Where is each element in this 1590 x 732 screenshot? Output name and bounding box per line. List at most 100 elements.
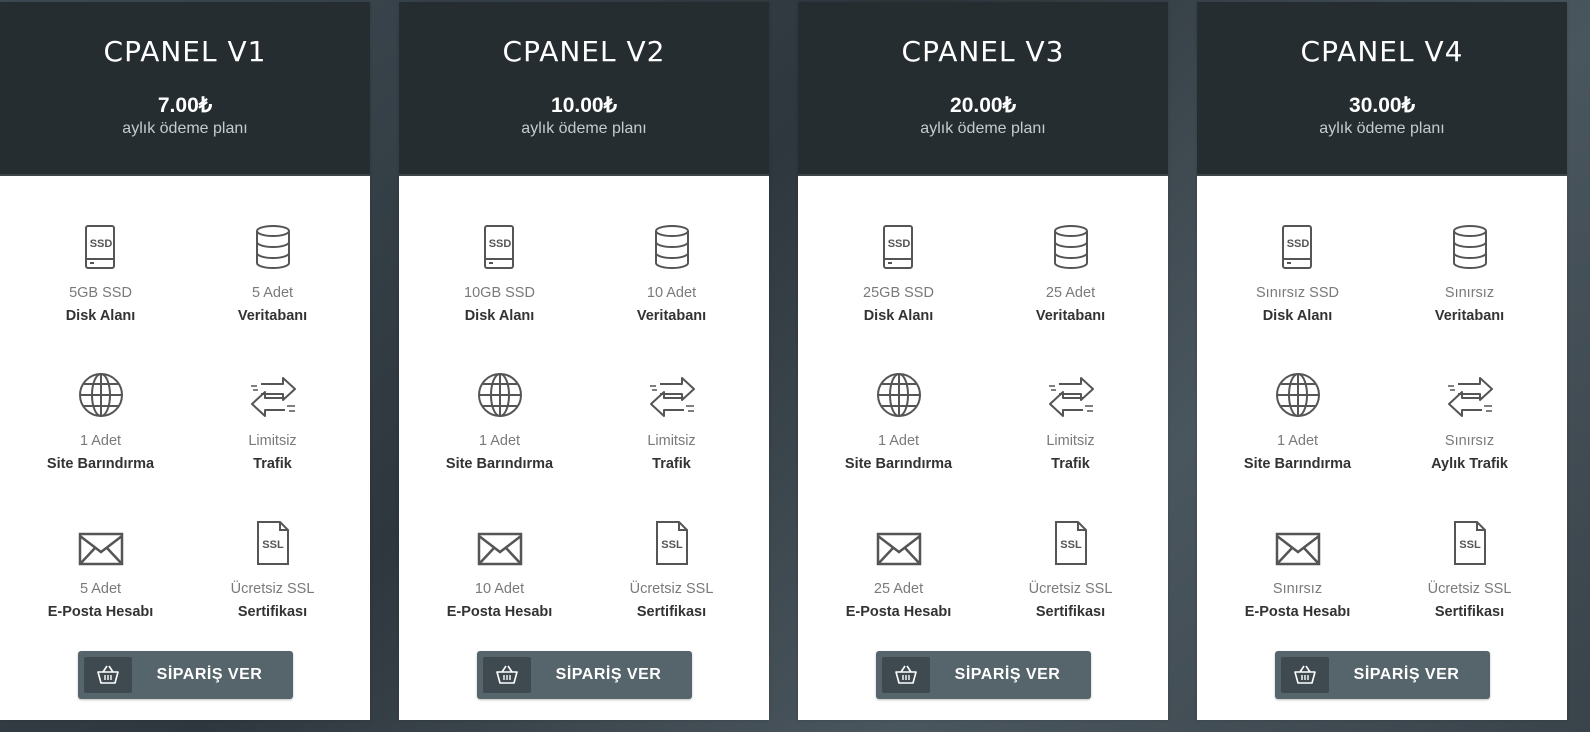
ssl-file-icon: SSL [1054, 521, 1087, 565]
feature-label: Site Barındırma [445, 456, 554, 472]
feature-value: 25 Adet [873, 581, 924, 597]
svg-text:SSD: SSD [887, 238, 910, 250]
transfer-arrows-icon [649, 377, 695, 417]
globe-icon [876, 373, 921, 417]
feature-value: 5 Adet [251, 285, 294, 301]
feature-value: 1 Adet [1276, 433, 1319, 449]
plan-features: SSD 25GB SSD Disk Alanı 25 Adet Veritabanı … [798, 176, 1168, 636]
plan-header: CPANEL V2 10.00₺ aylık ödeme planı [399, 2, 769, 176]
ssl-file-icon: SSL [256, 521, 289, 565]
plan-features: SSD 10GB SSD Disk Alanı 10 Adet Veritabanı … [399, 176, 769, 636]
feature-site: 1 Adet Site Barındırma [8, 368, 193, 473]
svg-text:SSD: SSD [89, 238, 112, 250]
feature-label: Veritabanı [237, 308, 308, 324]
transfer-arrows-icon [250, 377, 296, 417]
svg-text:SSL: SSL [262, 539, 284, 551]
feature-label: Disk Alanı [464, 308, 535, 324]
ssd-icon: SSD [1281, 225, 1312, 269]
plan-title: CPANEL V3 [901, 35, 1065, 68]
feature-value: Ücretsiz SSL [230, 581, 315, 597]
feature-value: Sınırsız [1444, 285, 1495, 301]
feature-site: 1 Adet Site Barındırma [407, 368, 592, 473]
order-button-label: SİPARİŞ VER [1353, 666, 1460, 683]
plan-price: 30.00₺ [1349, 94, 1415, 117]
plan-card: CPANEL V2 10.00₺ aylık ödeme planı SSD 10… [399, 2, 769, 720]
feature-value: Ücretsiz SSL [629, 581, 714, 597]
feature-value: 25 Adet [1045, 285, 1096, 301]
feature-label: Sertifikası [636, 604, 707, 620]
feature-value: 10GB SSD [464, 285, 535, 301]
globe-icon [1275, 373, 1320, 417]
order-button[interactable]: SİPARİŞ VER [78, 651, 293, 699]
plan-features: SSD 5GB SSD Disk Alanı 5 Adet Veritabanı 1 … [0, 176, 370, 636]
globe-icon [477, 373, 522, 417]
plan-period: aylık ödeme planı [920, 120, 1046, 137]
feature-label: Site Barındırma [46, 456, 155, 472]
feature-email: 5 Adet E-Posta Hesabı [8, 516, 193, 621]
order-button[interactable]: SİPARİŞ VER [1275, 651, 1490, 699]
feature-label: Sertifikası [237, 604, 308, 620]
envelope-icon [78, 532, 123, 566]
ssl-file-icon: SSL [1453, 521, 1486, 565]
order-button[interactable]: SİPARİŞ VER [876, 651, 1091, 699]
feature-label: Sertifikası [1434, 604, 1505, 620]
plan-card: CPANEL V4 30.00₺ aylık ödeme planı SSD Sı… [1197, 2, 1567, 720]
feature-traffic: Sınırsız Aylık Trafik [1377, 368, 1562, 473]
plan-features: SSD Sınırsız SSD Disk Alanı Sınırsız Verita… [1197, 176, 1567, 636]
feature-traffic: Limitsiz Trafik [180, 368, 365, 473]
feature-label: Trafik [652, 456, 691, 472]
feature-label: E-Posta Hesabı [446, 604, 553, 620]
feature-disk: SSD 5GB SSD Disk Alanı [8, 220, 193, 325]
feature-database: 10 Adet Veritabanı [579, 220, 764, 325]
feature-value: 1 Adet [877, 433, 920, 449]
plan-period: aylık ödeme planı [521, 120, 647, 137]
feature-value: 25GB SSD [863, 285, 934, 301]
pricing-plans: CPANEL V1 7.00₺ aylık ödeme planı SSD 5GB… [0, 0, 1590, 732]
feature-traffic: Limitsiz Trafik [579, 368, 764, 473]
database-icon [255, 225, 290, 269]
plan-header: CPANEL V1 7.00₺ aylık ödeme planı [0, 2, 370, 176]
ssl-file-icon: SSL [655, 521, 688, 565]
feature-value: Ücretsiz SSL [1028, 581, 1113, 597]
feature-disk: SSD 25GB SSD Disk Alanı [806, 220, 991, 325]
feature-label: E-Posta Hesabı [47, 604, 154, 620]
svg-text:SSL: SSL [1459, 539, 1481, 551]
feature-value: 5 Adet [79, 581, 122, 597]
feature-traffic: Limitsiz Trafik [978, 368, 1163, 473]
svg-text:SSL: SSL [1060, 539, 1082, 551]
plan-header: CPANEL V4 30.00₺ aylık ödeme planı [1197, 2, 1567, 176]
globe-icon [78, 373, 123, 417]
ssd-icon: SSD [483, 225, 514, 269]
plan-period: aylık ödeme planı [122, 120, 248, 137]
feature-label: Sertifikası [1035, 604, 1106, 620]
basket-icon [84, 657, 132, 693]
order-button-label: SİPARİŞ VER [555, 666, 662, 683]
plan-header: CPANEL V3 20.00₺ aylık ödeme planı [798, 2, 1168, 176]
feature-label: Site Barındırma [1243, 456, 1352, 472]
feature-value: Limitsiz [1046, 433, 1095, 449]
feature-value: 5GB SSD [69, 285, 132, 301]
feature-value: Limitsiz [647, 433, 696, 449]
plan-period: aylık ödeme planı [1319, 120, 1445, 137]
feature-value: 1 Adet [79, 433, 122, 449]
feature-value: Sınırsız SSD [1256, 285, 1339, 301]
order-button-label: SİPARİŞ VER [954, 666, 1061, 683]
plan-card: CPANEL V3 20.00₺ aylık ödeme planı SSD 25… [798, 2, 1168, 720]
feature-value: 1 Adet [478, 433, 521, 449]
database-icon [654, 225, 689, 269]
feature-disk: SSD 10GB SSD Disk Alanı [407, 220, 592, 325]
ssd-icon: SSD [882, 225, 913, 269]
plan-title: CPANEL V1 [103, 35, 267, 68]
plan-card: CPANEL V1 7.00₺ aylık ödeme planı SSD 5GB… [0, 2, 370, 720]
feature-site: 1 Adet Site Barındırma [1205, 368, 1390, 473]
ssd-icon: SSD [84, 225, 115, 269]
basket-icon [882, 657, 930, 693]
transfer-arrows-icon [1447, 377, 1493, 417]
feature-value: 10 Adet [474, 581, 525, 597]
order-button-label: SİPARİŞ VER [156, 666, 263, 683]
feature-label: Disk Alanı [863, 308, 934, 324]
feature-ssl: SSL Ücretsiz SSL Sertifikası [579, 516, 764, 621]
order-button[interactable]: SİPARİŞ VER [477, 651, 692, 699]
feature-ssl: SSL Ücretsiz SSL Sertifikası [978, 516, 1163, 621]
feature-label: Disk Alanı [65, 308, 136, 324]
